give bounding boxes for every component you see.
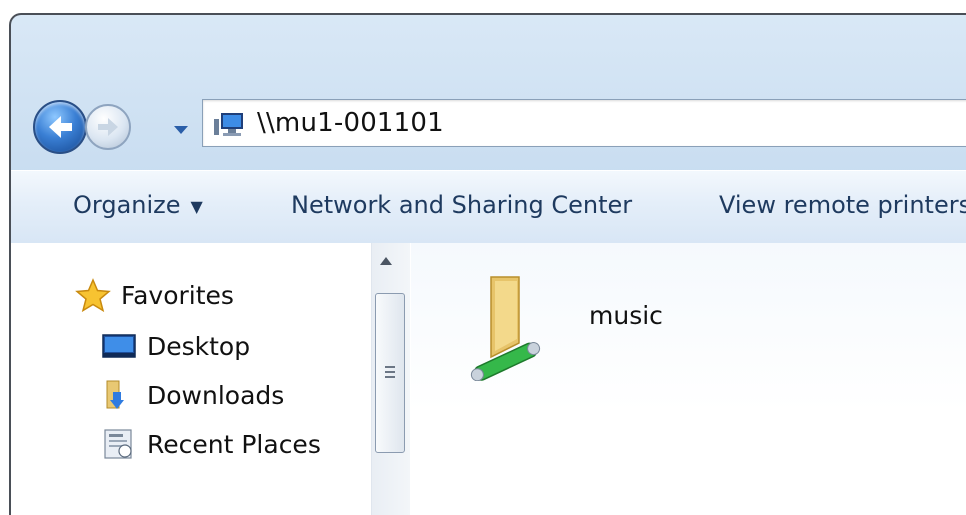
remote-printers-label: View remote printers bbox=[719, 191, 966, 219]
forward-button[interactable] bbox=[85, 104, 131, 150]
downloads-label: Downloads bbox=[147, 380, 285, 410]
dropdown-caret-icon: ▼ bbox=[190, 196, 203, 216]
desktop-icon bbox=[102, 334, 136, 358]
command-bar: Organize ▼ Network and Sharing Center Vie… bbox=[11, 170, 966, 244]
nav-item-recent-places[interactable]: Recent Places bbox=[101, 424, 321, 464]
address-path: \\mu1-001101 bbox=[257, 108, 444, 138]
nav-item-downloads[interactable]: Downloads bbox=[101, 375, 284, 415]
shared-folder-icon bbox=[470, 276, 541, 381]
organize-label: Organize bbox=[73, 191, 181, 219]
forward-arrow-icon bbox=[98, 118, 118, 136]
recent-pages-button[interactable] bbox=[173, 121, 189, 134]
view-remote-printers-button[interactable]: View remote printers bbox=[719, 191, 966, 219]
favorites-label: Favorites bbox=[121, 280, 234, 310]
grip-icon bbox=[385, 366, 395, 380]
navigation-row: \\mu1-001101 bbox=[11, 95, 966, 157]
address-bar[interactable]: \\mu1-001101 bbox=[202, 99, 966, 147]
star-icon bbox=[75, 278, 111, 312]
network-sharing-label: Network and Sharing Center bbox=[291, 191, 633, 219]
desktop-label: Desktop bbox=[147, 331, 251, 361]
nav-favorites[interactable]: Favorites bbox=[75, 275, 234, 315]
nav-pane-scrollbar[interactable] bbox=[371, 243, 410, 515]
nav-item-desktop[interactable]: Desktop bbox=[101, 326, 250, 366]
downloads-folder-icon bbox=[106, 380, 124, 409]
navigation-pane: Favorites Desktop Downloads Recent Place… bbox=[11, 243, 371, 515]
file-item-music[interactable]: music bbox=[441, 261, 691, 381]
scroll-up-arrow-icon[interactable] bbox=[380, 257, 392, 265]
chevron-down-icon bbox=[174, 126, 188, 134]
scroll-thumb[interactable] bbox=[375, 293, 405, 453]
back-button[interactable] bbox=[33, 100, 87, 154]
recent-places-icon bbox=[104, 429, 132, 459]
explorer-window: \\mu1-001101 Organize ▼ Network and Shari… bbox=[9, 13, 966, 515]
network-computer-icon bbox=[214, 113, 243, 136]
file-list: music bbox=[411, 243, 966, 515]
network-sharing-center-button[interactable]: Network and Sharing Center bbox=[291, 191, 632, 219]
organize-menu-button[interactable]: Organize ▼ bbox=[73, 191, 203, 219]
file-name: music bbox=[589, 301, 663, 330]
recent-places-label: Recent Places bbox=[147, 429, 321, 459]
back-arrow-icon bbox=[49, 116, 72, 138]
content-area: Favorites Desktop Downloads Recent Place… bbox=[11, 243, 966, 515]
